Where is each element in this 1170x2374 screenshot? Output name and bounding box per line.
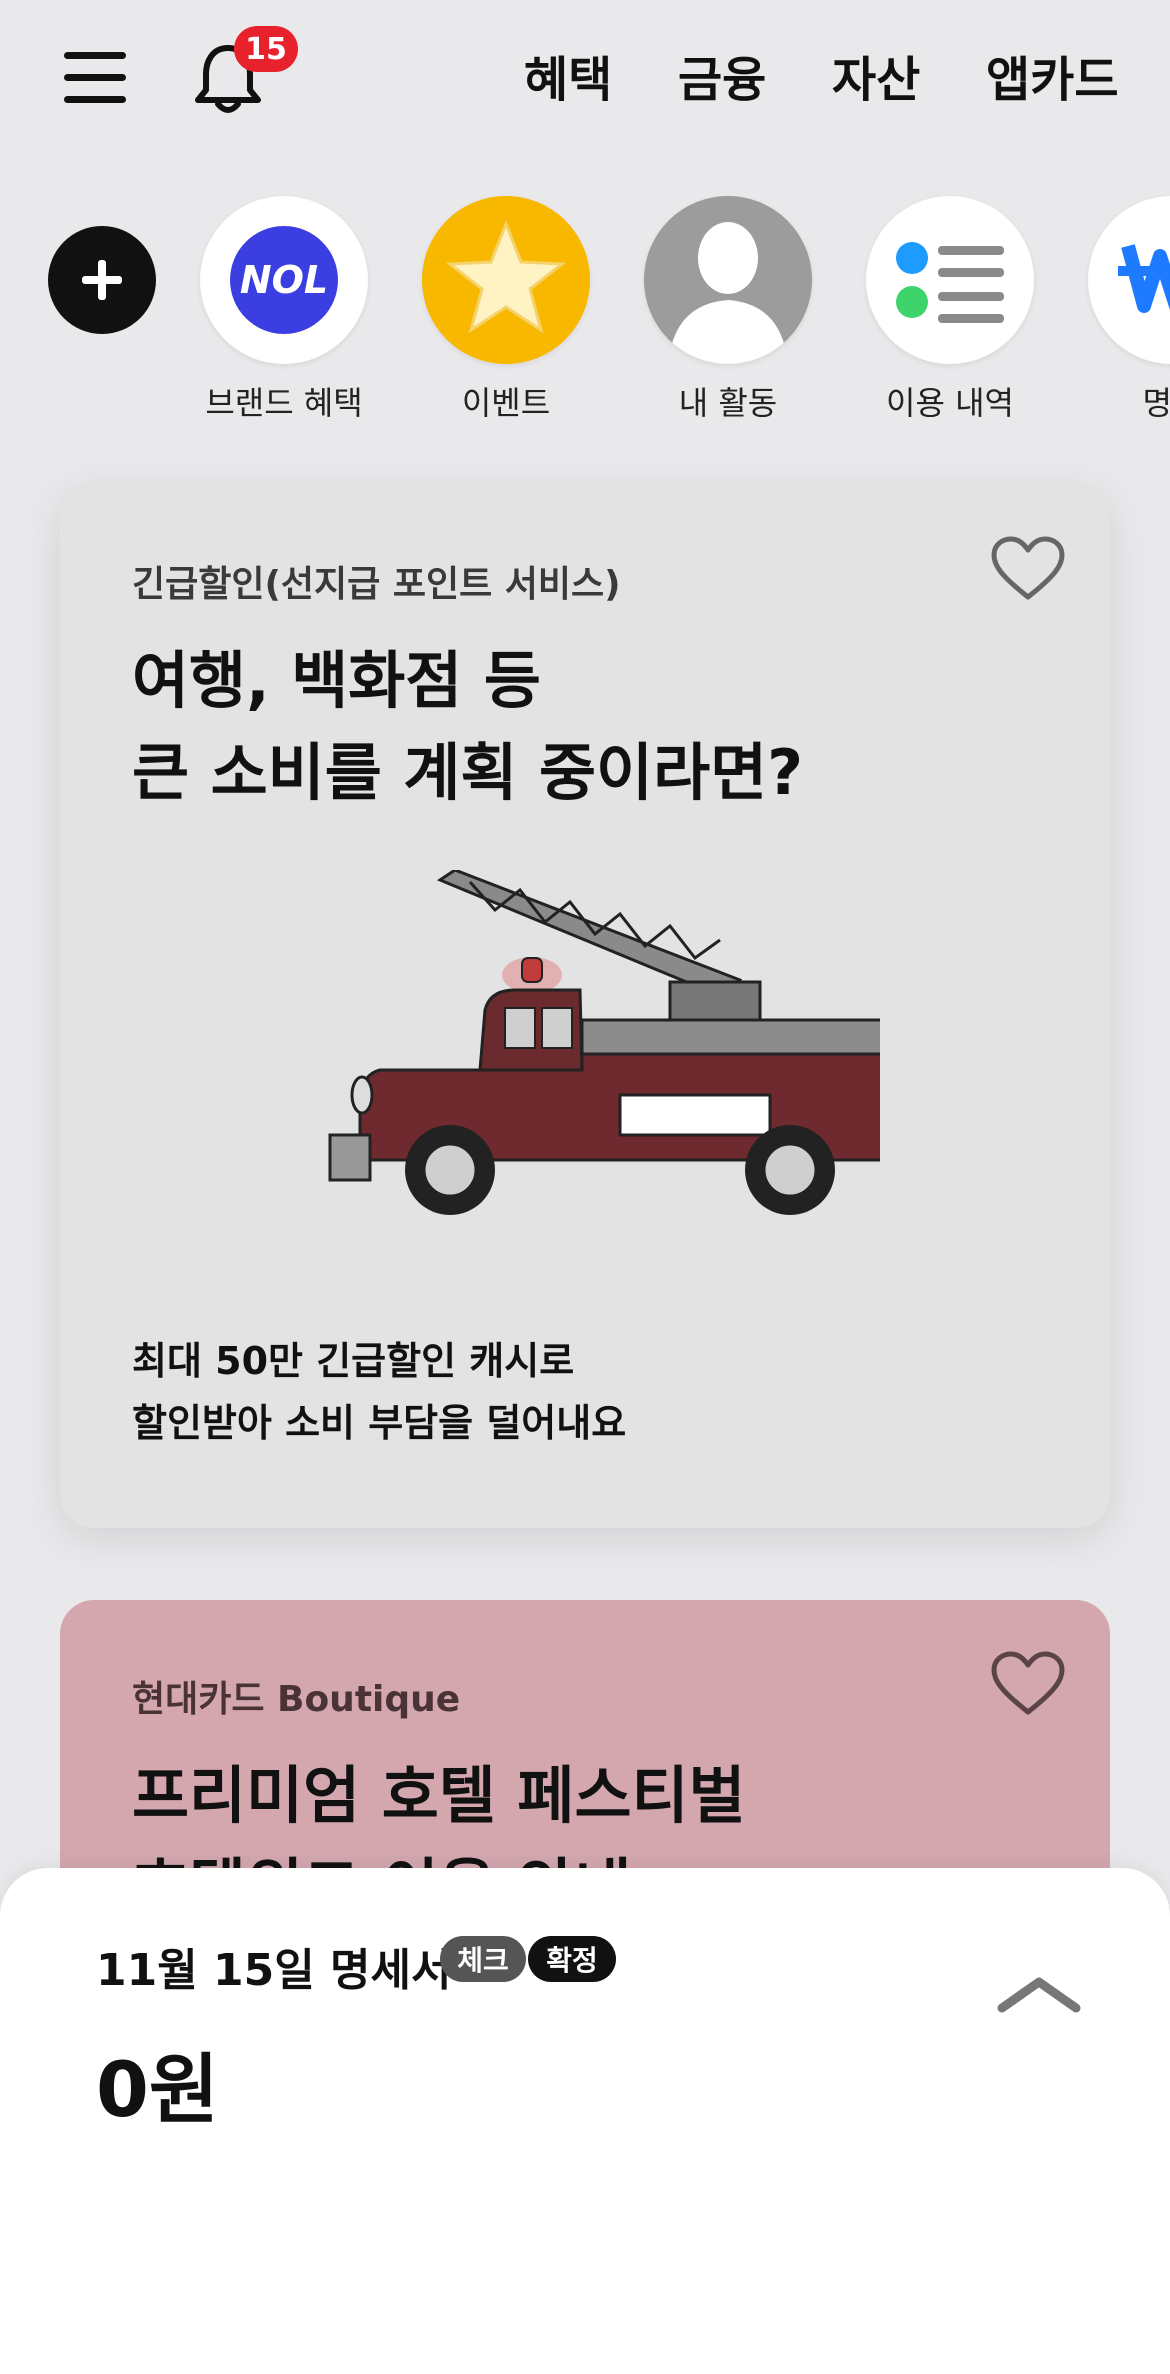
tab-finance[interactable]: 금융 [678,40,766,110]
promo-card-emergency-discount[interactable]: 긴급할인(선지급 포인트 서비스) 여행, 백화점 등 큰 소비를 계획 중이라… [60,485,1110,1528]
person-icon [644,196,812,364]
statement-title: 11월 15일 명세서 [96,1945,452,1996]
quick-item-statement[interactable]: 명세 [1072,196,1170,426]
quick-item-events[interactable]: 이벤트 [406,196,606,426]
quick-item-my-activity[interactable]: 내 활동 [628,196,828,426]
quick-item-label: 이용 내역 [886,384,1014,422]
star-icon [422,196,590,364]
chevron-up-icon[interactable] [994,1968,1084,2018]
nol-logo-icon: NOL [200,196,368,364]
statement-icon [1088,196,1170,364]
card-title-line1: 여행, 백화점 등 [132,644,541,717]
list-icon [866,196,1034,364]
quick-item-usage-history[interactable]: 이용 내역 [850,196,1050,426]
heart-icon[interactable] [990,1650,1066,1716]
quick-item-label: 이벤트 [461,384,551,422]
card-description: 최대 50만 긴급할인 캐시로 할인받아 소비 부담을 덜어내요 [132,1339,627,1445]
notification-badge: 15 [234,26,298,72]
top-header: 15 혜택 금융 자산 앱카드 [0,0,1170,160]
card-category: 현대카드 Boutique [132,1679,461,1720]
quick-menu: NOL 브랜드 혜택 이벤트 내 활동 이용 내역 명 [0,190,1170,430]
statement-bottom-sheet[interactable]: 11월 15일 명세서 체크 확정 0원 [0,1868,1170,2374]
card-title-line2: 큰 소비를 계획 중이라면? [132,736,804,809]
fire-truck-illustration [328,870,880,1215]
statement-amount: 0원 [96,2045,219,2134]
card-category: 긴급할인(선지급 포인트 서비스) [132,564,621,605]
quick-item-label: 내 활동 [678,384,778,422]
heart-icon[interactable] [990,535,1066,601]
quick-item-label: 브랜드 혜택 [205,384,363,422]
card-title-line1: 프리미엄 호텔 페스티벌 [132,1759,746,1832]
tab-benefits[interactable]: 혜택 [524,40,612,110]
tab-appcard[interactable]: 앱카드 [986,40,1118,110]
quick-item-label: 명세 [1142,384,1170,422]
confirmed-chip: 확정 [528,1936,616,1982]
check-chip: 체크 [440,1936,526,1982]
quick-item-brand-benefits[interactable]: NOL 브랜드 혜택 [184,196,384,426]
add-shortcut-button[interactable] [48,226,156,334]
hamburger-menu-icon[interactable] [64,52,126,104]
tab-assets[interactable]: 자산 [832,40,920,110]
plus-icon [82,260,122,300]
